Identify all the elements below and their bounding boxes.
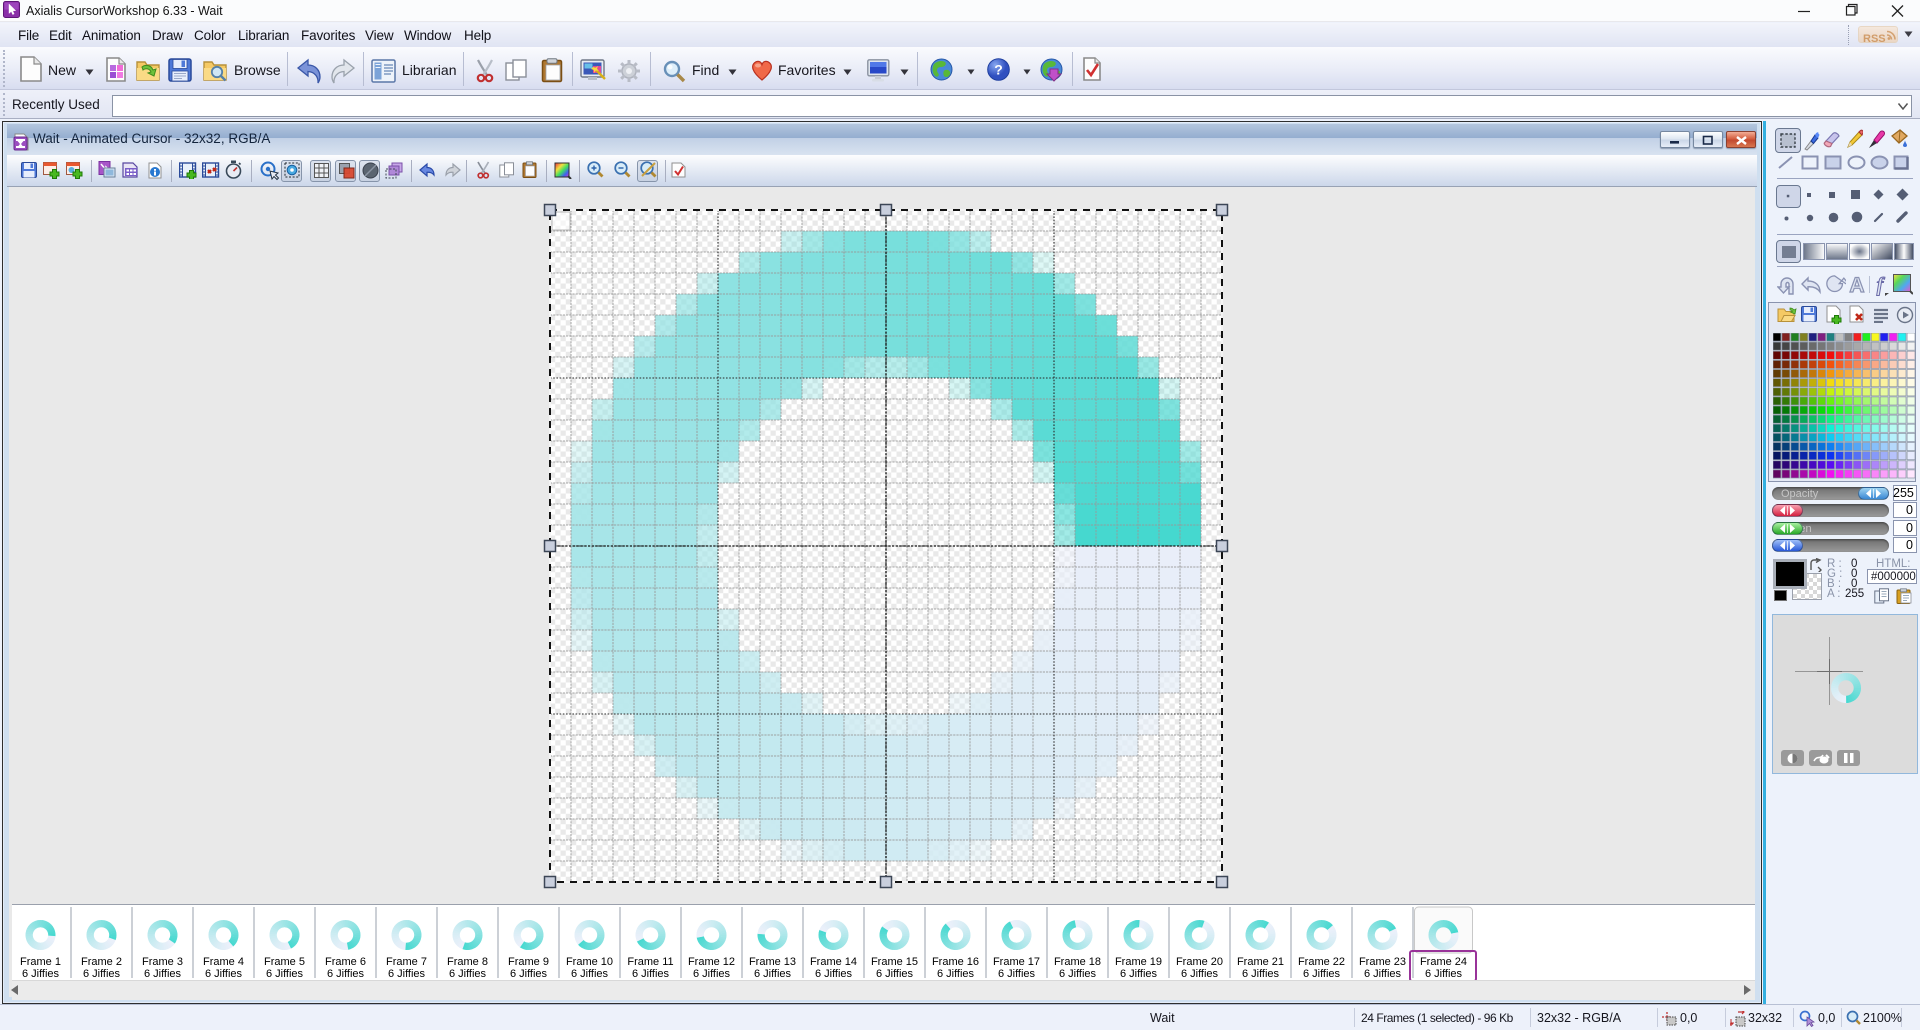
svg-text:?: ? — [994, 62, 1003, 78]
svg-text:f: f — [1877, 274, 1886, 296]
svg-text:A: A — [1849, 274, 1864, 295]
